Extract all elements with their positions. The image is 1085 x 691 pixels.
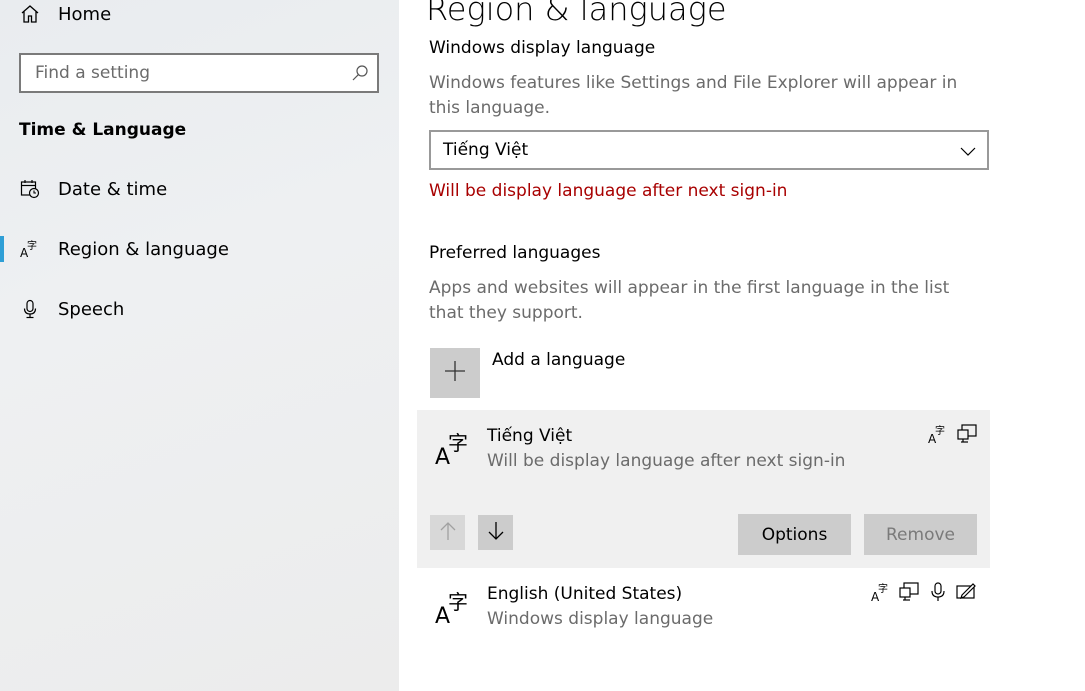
display-language-description: Windows features like Settings and File … <box>429 73 958 118</box>
sidebar-item-label: Speech <box>58 298 125 320</box>
display-language-heading: Windows display language <box>429 38 656 58</box>
svg-text:字: 字 <box>448 431 468 455</box>
language-status: Will be display language after next sign… <box>487 451 846 471</box>
svg-text:字: 字 <box>878 582 888 595</box>
preferred-languages-description: Apps and websites will appear in the fir… <box>429 278 950 323</box>
language-name: English (United States) <box>487 584 683 604</box>
sidebar-item-speech[interactable]: Speech <box>0 289 399 329</box>
microphone-icon <box>927 581 949 603</box>
sidebar: Home Time & Language Date & time A字 Regi… <box>0 0 399 691</box>
move-up-button[interactable] <box>430 515 465 550</box>
display-language-dropdown[interactable]: Tiếng Việt <box>429 130 989 170</box>
search-icon[interactable] <box>351 64 369 82</box>
add-language-button[interactable] <box>430 348 480 398</box>
home-label: Home <box>58 3 112 25</box>
display-language-warning: Will be display language after next sign… <box>429 181 788 201</box>
svg-text:字: 字 <box>27 239 37 252</box>
sidebar-item-region-language[interactable]: A字 Region & language <box>0 229 399 269</box>
home-nav-item[interactable]: Home <box>0 0 399 34</box>
display-icon <box>956 423 978 445</box>
page-title: Region & language <box>426 0 727 28</box>
move-down-button[interactable] <box>478 515 513 550</box>
calendar-clock-icon <box>20 179 40 199</box>
sidebar-item-date-time[interactable]: Date & time <box>0 169 399 209</box>
search-box[interactable] <box>19 53 379 93</box>
language-icon: A字 <box>435 428 475 470</box>
language-pack-icon: A字 <box>870 581 892 604</box>
sidebar-item-label: Date & time <box>58 178 168 200</box>
arrow-up-icon <box>439 521 457 545</box>
options-button[interactable]: Options <box>738 514 851 555</box>
language-name: Tiếng Việt <box>487 426 573 446</box>
language-pack-icon: A字 <box>927 423 949 446</box>
language-status: Windows display language <box>487 609 714 629</box>
svg-text:字: 字 <box>448 590 468 614</box>
svg-text:字: 字 <box>935 424 945 437</box>
language-list-item-selected[interactable]: A字 Tiếng Việt Will be display language a… <box>417 410 990 568</box>
preferred-languages-heading: Preferred languages <box>429 243 601 263</box>
handwriting-icon <box>955 581 977 603</box>
display-icon <box>898 581 920 603</box>
chevron-down-icon <box>959 142 977 160</box>
dropdown-selected-value: Tiếng Việt <box>443 140 529 160</box>
language-icon: A字 <box>20 239 40 259</box>
microphone-icon <box>20 299 40 319</box>
plus-icon <box>443 359 467 387</box>
search-input[interactable] <box>21 55 341 91</box>
sidebar-item-label: Region & language <box>58 238 229 260</box>
remove-button[interactable]: Remove <box>864 514 977 555</box>
arrow-down-icon <box>487 521 505 545</box>
language-icon: A字 <box>435 587 475 629</box>
home-icon <box>20 4 40 24</box>
section-title: Time & Language <box>19 120 187 140</box>
main-content: Region & language Windows display langua… <box>399 0 1085 691</box>
add-language-label[interactable]: Add a language <box>492 350 625 370</box>
